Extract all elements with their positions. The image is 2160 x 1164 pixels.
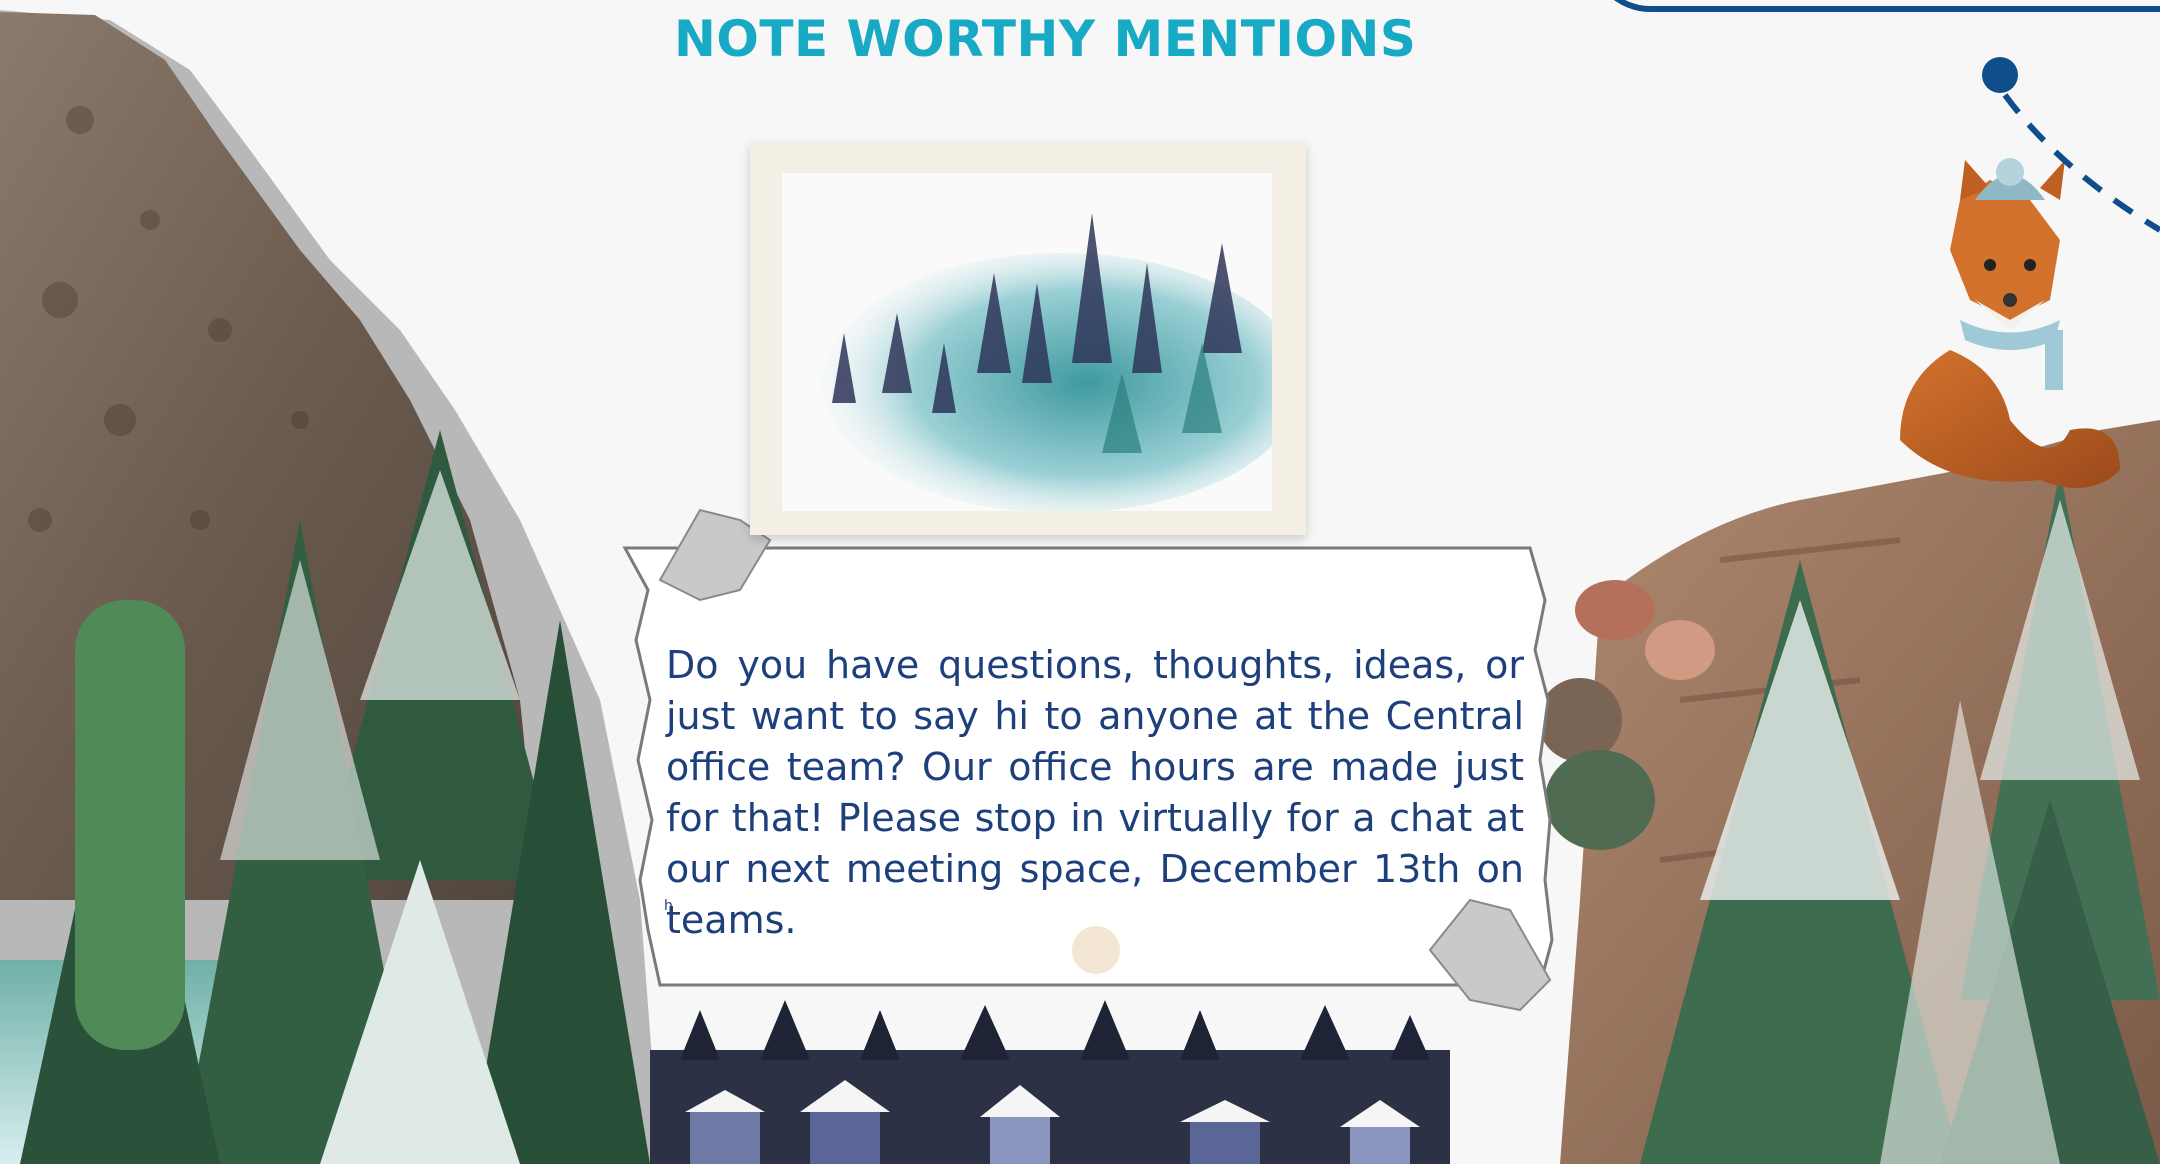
stray-character: h (664, 898, 673, 914)
winter-hat-icon (1975, 158, 2045, 200)
page-title: NOTE WORTHY MENTIONS (674, 10, 1417, 68)
office-hours-message: Do you have questions, thoughts, ideas, … (666, 643, 1524, 942)
photo-frame (750, 143, 1306, 535)
village-strip (650, 1000, 1450, 1164)
watercolor-forest-image (782, 173, 1272, 511)
fox-icon (1900, 160, 2120, 488)
